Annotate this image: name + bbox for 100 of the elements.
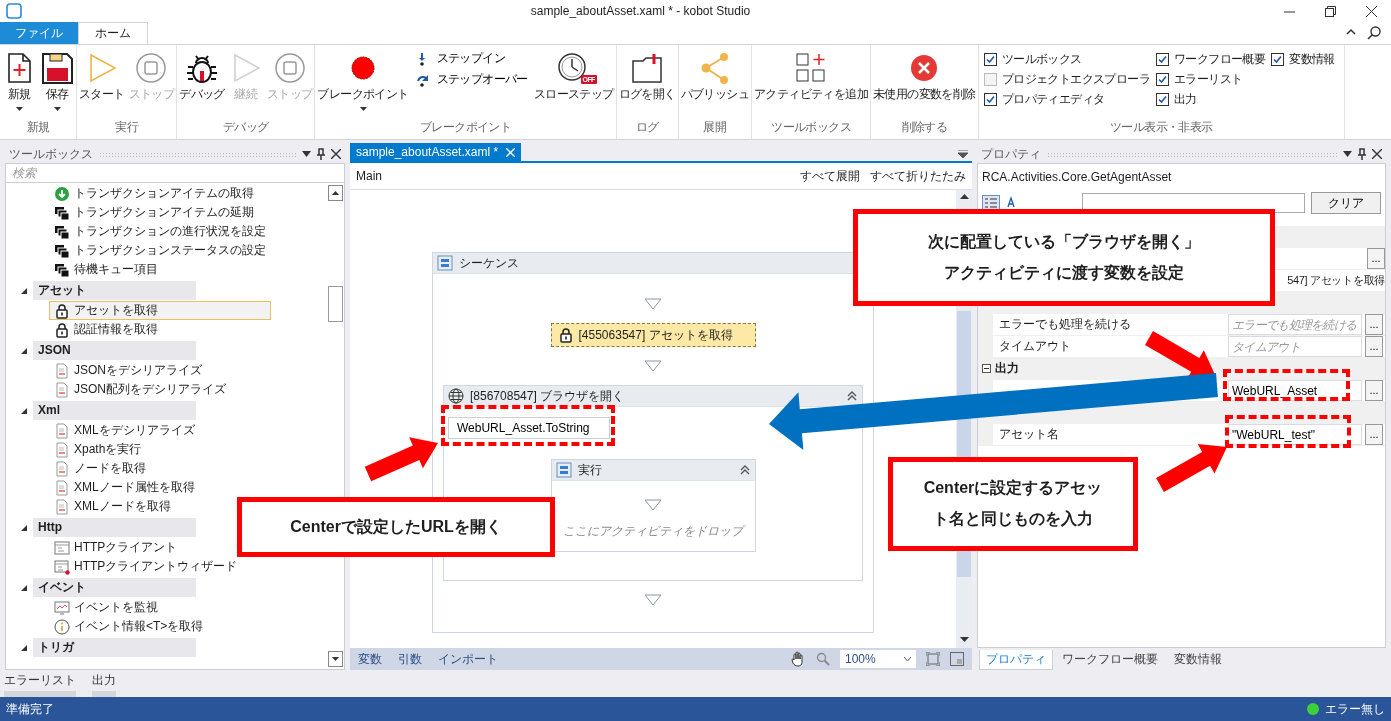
toolbox-item[interactable]: イベント情報<T>を取得 [49, 617, 209, 636]
toolbox-item[interactable]: Xpathを実行 [49, 440, 147, 459]
toolbar-link[interactable]: すべて展開 [800, 168, 860, 184]
expander-icon[interactable] [20, 286, 28, 295]
search-icon[interactable] [1367, 26, 1381, 40]
toolbox-item[interactable]: ノードを取得 [49, 459, 151, 478]
close-icon[interactable] [1366, 5, 1377, 17]
expander-icon[interactable] [20, 583, 28, 592]
toolbox-item[interactable]: イベントを監視 [49, 598, 163, 617]
collapse-icon[interactable] [846, 391, 858, 401]
category-header[interactable]: JSON [33, 341, 196, 360]
category-header[interactable]: アセット [33, 281, 196, 300]
toolbox-item[interactable]: XMLノード属性を取得 [49, 478, 200, 497]
ribbon-tab[interactable]: ファイル [0, 22, 78, 44]
expander-icon[interactable] [982, 364, 991, 373]
search-field[interactable]: 検索 [6, 164, 344, 183]
toolbox-item[interactable]: アセットを取得 [49, 301, 271, 320]
caret-icon [904, 657, 911, 661]
sequence-icon [555, 462, 572, 478]
checkbox-label: プロジェクトエクスプローラ [1001, 71, 1150, 87]
property-field[interactable]: タイムアウト [1228, 336, 1362, 357]
designer-tab[interactable]: 変数 [358, 651, 382, 667]
checkbox[interactable] [983, 92, 997, 106]
toolbox-item[interactable]: HTTPクライアントウィザード [49, 557, 243, 576]
document-tab[interactable]: sample_aboutAsset.xaml * [350, 143, 522, 161]
toolbox-item[interactable]: HTTPクライアント [49, 538, 183, 557]
maximize-icon[interactable] [1325, 5, 1336, 17]
ribbon-button[interactable]: 新規 [1, 47, 37, 114]
checkbox[interactable] [1155, 52, 1169, 66]
toolbar-link[interactable]: すべて折りたたみ [870, 168, 966, 184]
property-field[interactable]: エラーでも処理を続ける [1228, 314, 1362, 335]
toolbox-item[interactable]: XMLをデシリアライズ [49, 421, 200, 440]
toolbox-item[interactable]: XMLノードを取得 [49, 497, 176, 516]
close-icon[interactable] [331, 149, 341, 159]
toolbox-item[interactable]: トランザクションアイテムの取得 [49, 184, 259, 203]
checkbox[interactable] [1155, 72, 1169, 86]
clear-button[interactable]: クリア [1311, 192, 1381, 214]
menu-arrow-icon[interactable] [302, 151, 311, 157]
pin-icon[interactable] [317, 148, 325, 160]
zoom-dropdown[interactable]: 100% [840, 650, 916, 668]
expander-icon[interactable] [20, 523, 28, 532]
panel-tab[interactable]: ワークフロー概要 [1055, 650, 1165, 670]
ellipsis-button[interactable]: ... [1365, 424, 1383, 445]
category-header[interactable]: トリガ [33, 638, 196, 657]
menu-arrow-icon[interactable] [958, 150, 968, 158]
ribbon-button[interactable]: ステップイン [413, 51, 529, 66]
ribbon-button[interactable]: ログを開く [617, 47, 677, 104]
category-header[interactable]: Xml [33, 401, 196, 420]
overview-icon[interactable] [950, 652, 964, 666]
property-field[interactable]: "WebURL_test" [1228, 424, 1362, 445]
panel-tab[interactable]: プロパティ [979, 650, 1053, 670]
panel-title: ツールボックス [9, 146, 93, 162]
toolbox-item[interactable]: トランザクションの進行状況を設定 [49, 222, 271, 241]
scrollbar-thumb[interactable] [328, 286, 343, 322]
fit-screen-icon[interactable] [926, 652, 940, 666]
pin-icon[interactable] [1358, 148, 1366, 160]
category-header[interactable]: イベント [33, 578, 196, 597]
toolbox-item[interactable]: JSONをデシリアライズ [49, 361, 207, 380]
ribbon-button[interactable]: スタート [78, 47, 126, 104]
ellipsis-button[interactable]: ... [1365, 314, 1383, 335]
expander-icon[interactable] [20, 643, 28, 652]
ribbon-button[interactable]: パブリッシュ [679, 47, 751, 104]
url-field[interactable]: WebURL_Asset.ToString [448, 417, 610, 439]
scroll-down-icon[interactable] [959, 637, 969, 642]
activity-block[interactable]: [455063547] アセットを取得 [550, 323, 756, 347]
scroll-up-icon[interactable] [959, 194, 969, 199]
checkbox[interactable] [983, 52, 997, 66]
scroll-down-button[interactable] [328, 651, 343, 667]
group-label: 削除する [900, 119, 949, 136]
menu-arrow-icon[interactable] [1343, 151, 1352, 157]
toolbox-item[interactable]: 待機キュー項目 [49, 260, 163, 279]
toolbox-item[interactable]: トランザクションアイテムの延期 [49, 203, 259, 222]
group-label: ツール表示・非表示 [1108, 119, 1214, 136]
ribbon-button[interactable]: 未使用の変数を削除 [872, 47, 977, 104]
toolbox-item[interactable]: トランザクションステータスの設定 [49, 241, 271, 260]
designer-tab[interactable]: 引数 [398, 651, 422, 667]
expander-icon[interactable] [20, 346, 28, 355]
ribbon-button[interactable]: デバッグ [178, 47, 226, 104]
checkbox[interactable] [983, 72, 997, 86]
ribbon-button[interactable]: アクティビティを追加 [753, 47, 870, 104]
form-window-icon [54, 558, 70, 575]
panel-tab[interactable]: 変数情報 [1167, 650, 1229, 670]
ellipsis-button[interactable]: ... [1365, 336, 1383, 357]
toolbox-item[interactable]: 認証情報を取得 [49, 320, 163, 339]
expander-icon[interactable] [20, 406, 28, 415]
ribbon-button[interactable]: ブレークポイント [316, 47, 410, 114]
toolbox-item[interactable]: JSON配列をデシリアライズ [49, 380, 231, 399]
ribbon-button[interactable]: 保存 [39, 47, 75, 114]
hand-icon[interactable] [790, 651, 806, 667]
ellipsis-button[interactable]: ... [1365, 380, 1383, 401]
ribbon-tab[interactable]: ホーム [78, 22, 148, 44]
ribbon-button[interactable]: ステップオーバー [413, 72, 529, 87]
close-icon[interactable] [1372, 149, 1382, 159]
collapse-icon[interactable] [738, 465, 751, 475]
designer-tab[interactable]: インポート [438, 651, 498, 667]
ellipsis-button[interactable]: ... [1367, 248, 1385, 269]
scroll-up-button[interactable] [328, 185, 343, 201]
checkbox[interactable] [1155, 92, 1169, 106]
checkbox[interactable] [1271, 52, 1285, 66]
category-header[interactable]: Http [33, 518, 196, 537]
